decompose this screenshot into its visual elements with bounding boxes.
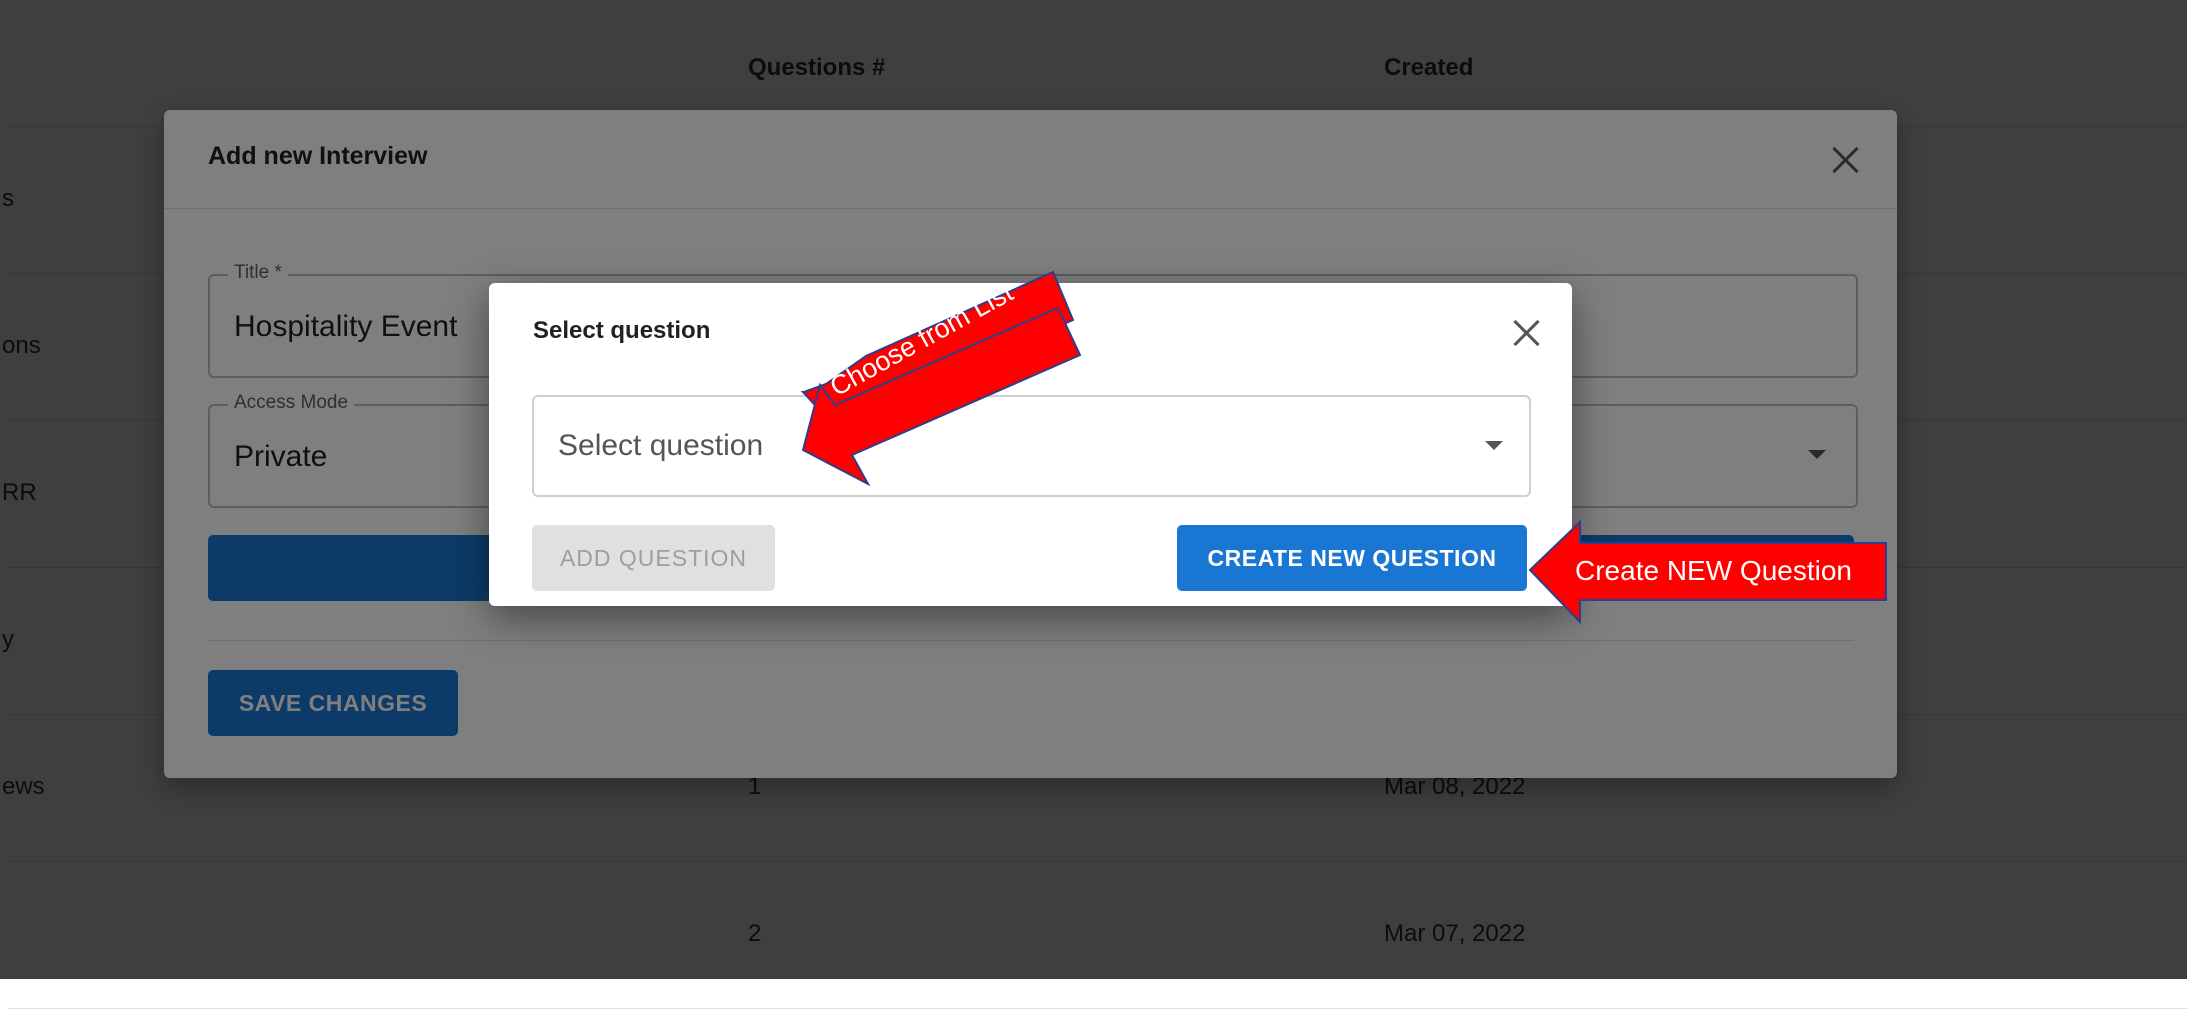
add-question-button: ADD QUESTION (532, 525, 775, 591)
select-question-dialog: Select question Select question ADD QUES… (489, 283, 1572, 606)
chevron-down-icon[interactable] (1485, 441, 1503, 450)
create-new-question-button[interactable]: CREATE NEW QUESTION (1177, 525, 1527, 591)
question-select[interactable]: Select question (532, 395, 1531, 497)
create-annotation: Create NEW Question (1575, 555, 1852, 586)
close-icon[interactable] (1506, 313, 1546, 353)
dialog-title: Select question (533, 317, 711, 344)
question-select-placeholder: Select question (558, 429, 764, 462)
